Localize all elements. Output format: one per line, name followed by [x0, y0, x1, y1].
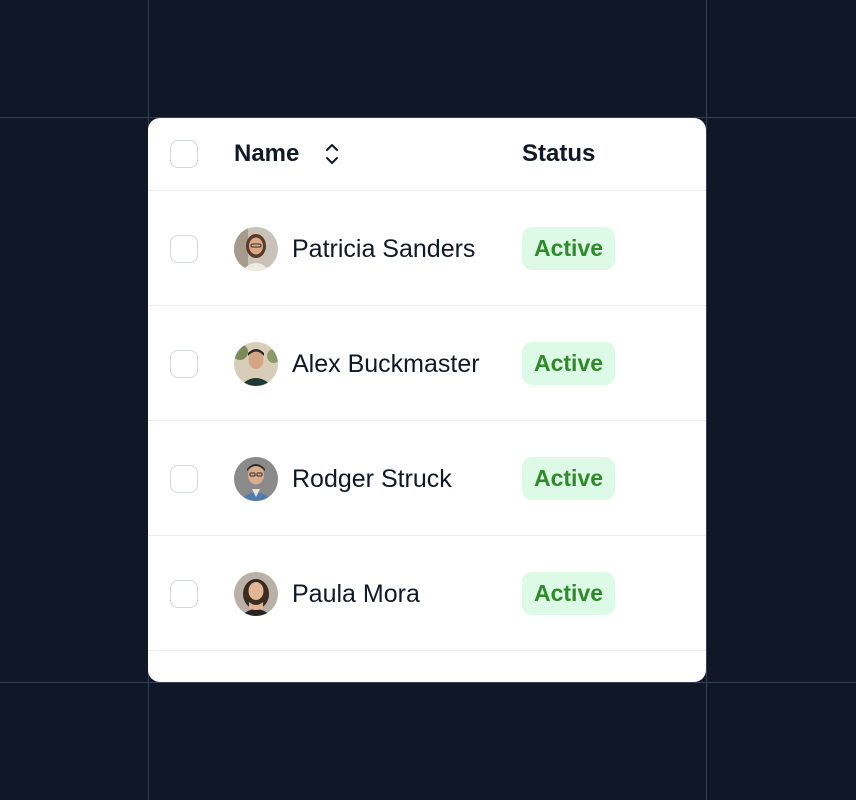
avatar	[234, 342, 278, 386]
table-row: Alex Buckmaster Active	[148, 306, 706, 421]
status-badge: Active	[522, 572, 616, 615]
row-checkbox[interactable]	[170, 465, 198, 493]
avatar	[234, 227, 278, 271]
column-header-status: Status	[522, 140, 596, 167]
row-checkbox[interactable]	[170, 580, 198, 608]
table-row: Patricia Sanders Active	[148, 191, 706, 306]
avatar	[234, 572, 278, 616]
user-name: Paula Mora	[292, 580, 420, 608]
row-checkbox[interactable]	[170, 235, 198, 263]
chevron-up-down-icon[interactable]	[320, 140, 344, 168]
status-badge: Active	[522, 227, 616, 270]
user-name: Rodger Struck	[292, 465, 452, 493]
table-header: Name Status	[148, 118, 706, 191]
users-table: Name Status Patricia Sanders Active Alex…	[148, 118, 706, 682]
user-name: Patricia Sanders	[292, 235, 476, 263]
table-row: Paula Mora Active	[148, 536, 706, 651]
avatar	[234, 457, 278, 501]
guide-line-right	[706, 0, 707, 800]
status-badge: Active	[522, 457, 616, 500]
column-header-name[interactable]: Name	[234, 139, 299, 169]
row-checkbox[interactable]	[170, 350, 198, 378]
user-name: Alex Buckmaster	[292, 350, 480, 378]
guide-line-bottom	[0, 682, 856, 683]
status-badge: Active	[522, 342, 616, 385]
select-all-checkbox[interactable]	[170, 140, 198, 168]
table-row: Rodger Struck Active	[148, 421, 706, 536]
